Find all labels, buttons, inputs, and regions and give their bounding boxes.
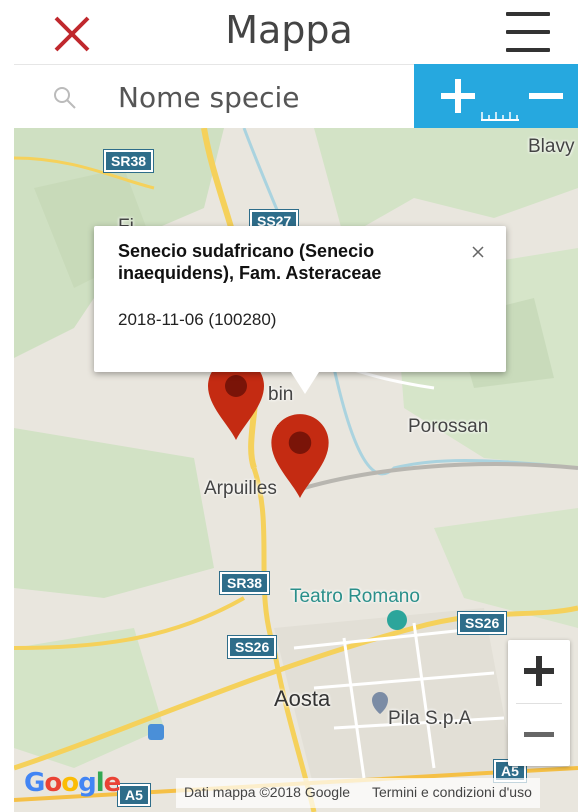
close-icon[interactable]	[468, 242, 488, 262]
place-label: bin	[268, 384, 294, 405]
species-search-input[interactable]	[118, 77, 398, 117]
map-zoom-control	[508, 640, 570, 766]
road-label: SS26	[456, 611, 508, 635]
species-marker-pin[interactable]	[268, 410, 329, 498]
zoom-out-button[interactable]	[508, 704, 570, 766]
map-attribution: Dati mappa ©2018 Google Termini e condizi…	[176, 778, 540, 808]
hamburger-menu-button[interactable]	[502, 12, 554, 56]
road-label: SS26	[226, 635, 278, 659]
info-window: Senecio sudafricano (Senecio inaequidens…	[94, 226, 506, 394]
terms-link[interactable]: Termini e condizioni d'uso	[372, 784, 532, 800]
observation-details: 2018-11-06 (100280)	[118, 310, 277, 329]
place-label: Arpuilles	[204, 478, 277, 499]
place-label: Porossan	[408, 416, 489, 437]
hamburger-menu-icon	[506, 12, 550, 16]
place-label: Aosta	[274, 686, 331, 711]
map-tools-panel	[414, 64, 578, 128]
species-title: Senecio sudafricano (Senecio inaequidens…	[118, 241, 382, 283]
road-label: SR38	[102, 149, 155, 173]
ruler-icon[interactable]	[480, 108, 520, 122]
place-label: Teatro Romano	[290, 586, 420, 607]
road-label: A5	[117, 783, 151, 807]
google-logo: Google	[24, 768, 121, 798]
zoom-in-button[interactable]	[508, 640, 570, 702]
place-label: Pila S.p.A	[388, 708, 472, 729]
plus-icon[interactable]	[438, 76, 478, 116]
map-data-credit[interactable]: Dati mappa ©2018 Google	[184, 784, 350, 800]
top-bar: Mappa	[0, 0, 578, 64]
minus-icon[interactable]	[526, 76, 566, 116]
place-label: Blavy	[528, 136, 575, 157]
map-pin-icon	[271, 414, 329, 498]
page-title: Mappa	[225, 8, 353, 52]
road-label: SR38	[218, 571, 271, 595]
search-bar	[14, 64, 414, 128]
search-icon	[54, 87, 76, 109]
